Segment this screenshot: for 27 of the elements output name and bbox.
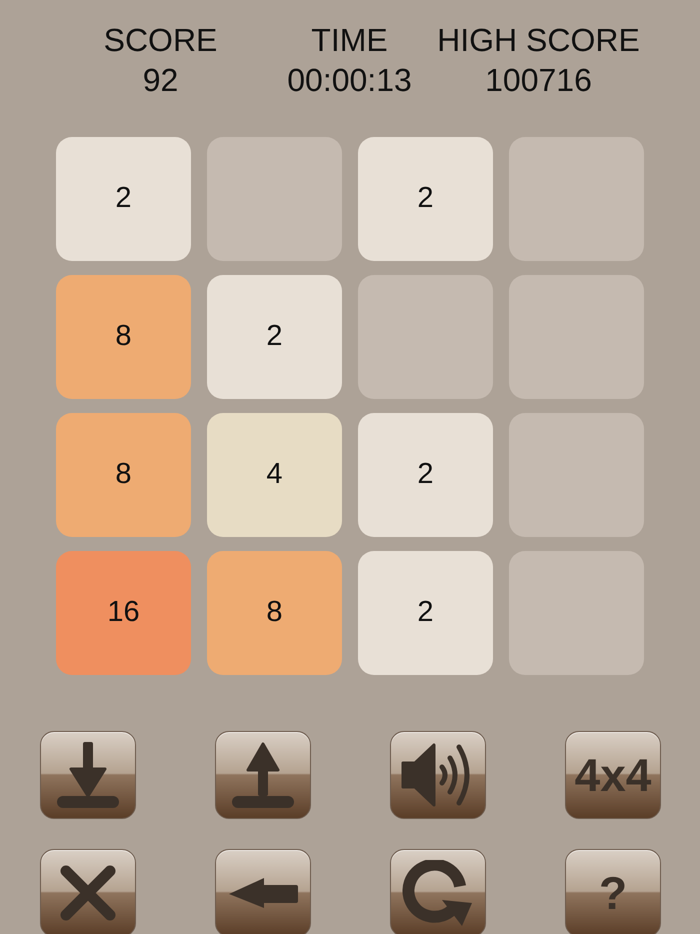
number-tile: 8 — [207, 551, 342, 675]
number-tile: 2 — [358, 413, 493, 537]
stat-label: TIME — [311, 21, 388, 60]
download-icon — [57, 742, 119, 808]
back-button[interactable] — [215, 849, 311, 934]
download-button[interactable] — [40, 731, 136, 819]
number-tile: 2 — [358, 551, 493, 675]
number-tile: 2 — [207, 275, 342, 399]
restart-button[interactable] — [390, 849, 486, 934]
stat-value: 00:00:13 — [287, 61, 412, 100]
sound-button[interactable] — [390, 731, 486, 819]
upload-button[interactable] — [215, 731, 311, 819]
number-tile: 8 — [56, 413, 191, 537]
stat-value: 100716 — [485, 61, 592, 100]
stat-label: HIGH SCORE — [437, 21, 640, 60]
restart-icon — [402, 860, 474, 926]
number-tile: 16 — [56, 551, 191, 675]
number-tile: 2 — [358, 137, 493, 261]
stat-label: SCORE — [104, 21, 218, 60]
left-arrow-icon — [228, 877, 298, 909]
close-icon — [60, 865, 116, 921]
number-tile: 2 — [56, 137, 191, 261]
number-tile: 8 — [56, 275, 191, 399]
number-tile: 4 — [207, 413, 342, 537]
stat-value: 92 — [142, 61, 178, 100]
upload-icon — [232, 742, 294, 808]
close-button[interactable] — [40, 849, 136, 934]
